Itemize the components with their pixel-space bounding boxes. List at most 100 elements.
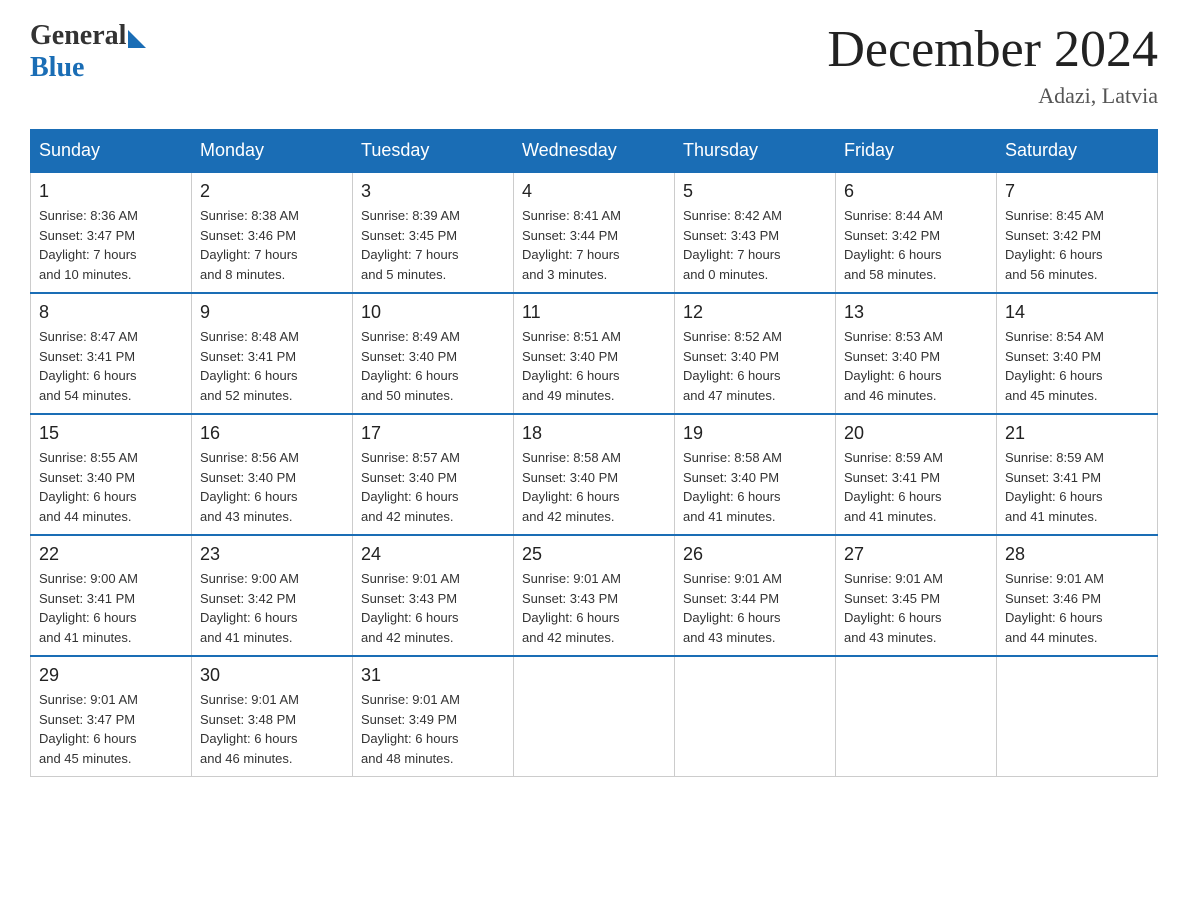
calendar-cell: 29 Sunrise: 9:01 AMSunset: 3:47 PMDaylig…: [31, 656, 192, 777]
day-of-week-thursday: Thursday: [675, 130, 836, 173]
logo-triangle-icon: [128, 30, 146, 48]
day-number: 13: [844, 302, 988, 323]
day-info: Sunrise: 8:41 AMSunset: 3:44 PMDaylight:…: [522, 206, 666, 284]
day-of-week-sunday: Sunday: [31, 130, 192, 173]
day-number: 11: [522, 302, 666, 323]
day-of-week-wednesday: Wednesday: [514, 130, 675, 173]
calendar-cell: 14 Sunrise: 8:54 AMSunset: 3:40 PMDaylig…: [997, 293, 1158, 414]
calendar-cell: 31 Sunrise: 9:01 AMSunset: 3:49 PMDaylig…: [353, 656, 514, 777]
day-info: Sunrise: 9:01 AMSunset: 3:49 PMDaylight:…: [361, 690, 505, 768]
calendar-cell: 9 Sunrise: 8:48 AMSunset: 3:41 PMDayligh…: [192, 293, 353, 414]
day-of-week-tuesday: Tuesday: [353, 130, 514, 173]
calendar-cell: 22 Sunrise: 9:00 AMSunset: 3:41 PMDaylig…: [31, 535, 192, 656]
day-number: 17: [361, 423, 505, 444]
day-info: Sunrise: 9:01 AMSunset: 3:44 PMDaylight:…: [683, 569, 827, 647]
calendar-cell: 7 Sunrise: 8:45 AMSunset: 3:42 PMDayligh…: [997, 172, 1158, 293]
calendar-cell: 28 Sunrise: 9:01 AMSunset: 3:46 PMDaylig…: [997, 535, 1158, 656]
calendar-cell: 8 Sunrise: 8:47 AMSunset: 3:41 PMDayligh…: [31, 293, 192, 414]
calendar-cell: 26 Sunrise: 9:01 AMSunset: 3:44 PMDaylig…: [675, 535, 836, 656]
logo-blue-text: Blue: [30, 52, 84, 84]
day-info: Sunrise: 8:52 AMSunset: 3:40 PMDaylight:…: [683, 327, 827, 405]
day-number: 6: [844, 181, 988, 202]
day-number: 14: [1005, 302, 1149, 323]
day-info: Sunrise: 9:01 AMSunset: 3:48 PMDaylight:…: [200, 690, 344, 768]
day-number: 18: [522, 423, 666, 444]
day-info: Sunrise: 8:59 AMSunset: 3:41 PMDaylight:…: [844, 448, 988, 526]
day-number: 8: [39, 302, 183, 323]
day-number: 9: [200, 302, 344, 323]
calendar-body: 1 Sunrise: 8:36 AMSunset: 3:47 PMDayligh…: [31, 172, 1158, 777]
day-info: Sunrise: 9:01 AMSunset: 3:45 PMDaylight:…: [844, 569, 988, 647]
day-info: Sunrise: 8:45 AMSunset: 3:42 PMDaylight:…: [1005, 206, 1149, 284]
page-header: General Blue December 2024 Adazi, Latvia: [30, 20, 1158, 109]
calendar-cell: 6 Sunrise: 8:44 AMSunset: 3:42 PMDayligh…: [836, 172, 997, 293]
day-info: Sunrise: 8:53 AMSunset: 3:40 PMDaylight:…: [844, 327, 988, 405]
days-of-week-row: SundayMondayTuesdayWednesdayThursdayFrid…: [31, 130, 1158, 173]
day-info: Sunrise: 8:48 AMSunset: 3:41 PMDaylight:…: [200, 327, 344, 405]
day-info: Sunrise: 8:51 AMSunset: 3:40 PMDaylight:…: [522, 327, 666, 405]
day-number: 16: [200, 423, 344, 444]
calendar-cell: [997, 656, 1158, 777]
day-number: 3: [361, 181, 505, 202]
calendar-week-row: 8 Sunrise: 8:47 AMSunset: 3:41 PMDayligh…: [31, 293, 1158, 414]
calendar-cell: 10 Sunrise: 8:49 AMSunset: 3:40 PMDaylig…: [353, 293, 514, 414]
day-number: 22: [39, 544, 183, 565]
day-number: 26: [683, 544, 827, 565]
day-number: 21: [1005, 423, 1149, 444]
day-info: Sunrise: 9:01 AMSunset: 3:43 PMDaylight:…: [522, 569, 666, 647]
day-number: 15: [39, 423, 183, 444]
day-number: 28: [1005, 544, 1149, 565]
month-title: December 2024: [827, 20, 1158, 79]
logo-general-text: General: [30, 20, 126, 52]
day-number: 2: [200, 181, 344, 202]
day-number: 31: [361, 665, 505, 686]
day-info: Sunrise: 9:00 AMSunset: 3:42 PMDaylight:…: [200, 569, 344, 647]
day-number: 10: [361, 302, 505, 323]
day-info: Sunrise: 8:47 AMSunset: 3:41 PMDaylight:…: [39, 327, 183, 405]
calendar-cell: 12 Sunrise: 8:52 AMSunset: 3:40 PMDaylig…: [675, 293, 836, 414]
day-info: Sunrise: 8:57 AMSunset: 3:40 PMDaylight:…: [361, 448, 505, 526]
calendar-week-row: 15 Sunrise: 8:55 AMSunset: 3:40 PMDaylig…: [31, 414, 1158, 535]
day-info: Sunrise: 8:36 AMSunset: 3:47 PMDaylight:…: [39, 206, 183, 284]
calendar-cell: 19 Sunrise: 8:58 AMSunset: 3:40 PMDaylig…: [675, 414, 836, 535]
calendar-cell: 21 Sunrise: 8:59 AMSunset: 3:41 PMDaylig…: [997, 414, 1158, 535]
day-info: Sunrise: 8:58 AMSunset: 3:40 PMDaylight:…: [683, 448, 827, 526]
calendar-cell: 13 Sunrise: 8:53 AMSunset: 3:40 PMDaylig…: [836, 293, 997, 414]
calendar-cell: [836, 656, 997, 777]
day-info: Sunrise: 8:59 AMSunset: 3:41 PMDaylight:…: [1005, 448, 1149, 526]
day-number: 29: [39, 665, 183, 686]
calendar-cell: 5 Sunrise: 8:42 AMSunset: 3:43 PMDayligh…: [675, 172, 836, 293]
day-info: Sunrise: 8:55 AMSunset: 3:40 PMDaylight:…: [39, 448, 183, 526]
day-info: Sunrise: 8:58 AMSunset: 3:40 PMDaylight:…: [522, 448, 666, 526]
day-number: 25: [522, 544, 666, 565]
calendar-cell: 24 Sunrise: 9:01 AMSunset: 3:43 PMDaylig…: [353, 535, 514, 656]
calendar-week-row: 29 Sunrise: 9:01 AMSunset: 3:47 PMDaylig…: [31, 656, 1158, 777]
day-info: Sunrise: 8:49 AMSunset: 3:40 PMDaylight:…: [361, 327, 505, 405]
calendar-cell: 25 Sunrise: 9:01 AMSunset: 3:43 PMDaylig…: [514, 535, 675, 656]
calendar-cell: 30 Sunrise: 9:01 AMSunset: 3:48 PMDaylig…: [192, 656, 353, 777]
day-info: Sunrise: 9:01 AMSunset: 3:43 PMDaylight:…: [361, 569, 505, 647]
calendar-cell: 16 Sunrise: 8:56 AMSunset: 3:40 PMDaylig…: [192, 414, 353, 535]
day-number: 23: [200, 544, 344, 565]
day-number: 24: [361, 544, 505, 565]
day-number: 12: [683, 302, 827, 323]
calendar-week-row: 1 Sunrise: 8:36 AMSunset: 3:47 PMDayligh…: [31, 172, 1158, 293]
logo: General Blue: [30, 20, 146, 84]
day-info: Sunrise: 9:00 AMSunset: 3:41 PMDaylight:…: [39, 569, 183, 647]
calendar-table: SundayMondayTuesdayWednesdayThursdayFrid…: [30, 129, 1158, 777]
calendar-cell: 2 Sunrise: 8:38 AMSunset: 3:46 PMDayligh…: [192, 172, 353, 293]
day-number: 27: [844, 544, 988, 565]
day-of-week-friday: Friday: [836, 130, 997, 173]
day-info: Sunrise: 8:56 AMSunset: 3:40 PMDaylight:…: [200, 448, 344, 526]
calendar-cell: 27 Sunrise: 9:01 AMSunset: 3:45 PMDaylig…: [836, 535, 997, 656]
day-number: 7: [1005, 181, 1149, 202]
calendar-cell: 15 Sunrise: 8:55 AMSunset: 3:40 PMDaylig…: [31, 414, 192, 535]
day-of-week-saturday: Saturday: [997, 130, 1158, 173]
day-info: Sunrise: 9:01 AMSunset: 3:47 PMDaylight:…: [39, 690, 183, 768]
calendar-cell: 17 Sunrise: 8:57 AMSunset: 3:40 PMDaylig…: [353, 414, 514, 535]
day-info: Sunrise: 8:44 AMSunset: 3:42 PMDaylight:…: [844, 206, 988, 284]
calendar-cell: 18 Sunrise: 8:58 AMSunset: 3:40 PMDaylig…: [514, 414, 675, 535]
day-info: Sunrise: 8:54 AMSunset: 3:40 PMDaylight:…: [1005, 327, 1149, 405]
calendar-cell: 11 Sunrise: 8:51 AMSunset: 3:40 PMDaylig…: [514, 293, 675, 414]
calendar-cell: 1 Sunrise: 8:36 AMSunset: 3:47 PMDayligh…: [31, 172, 192, 293]
